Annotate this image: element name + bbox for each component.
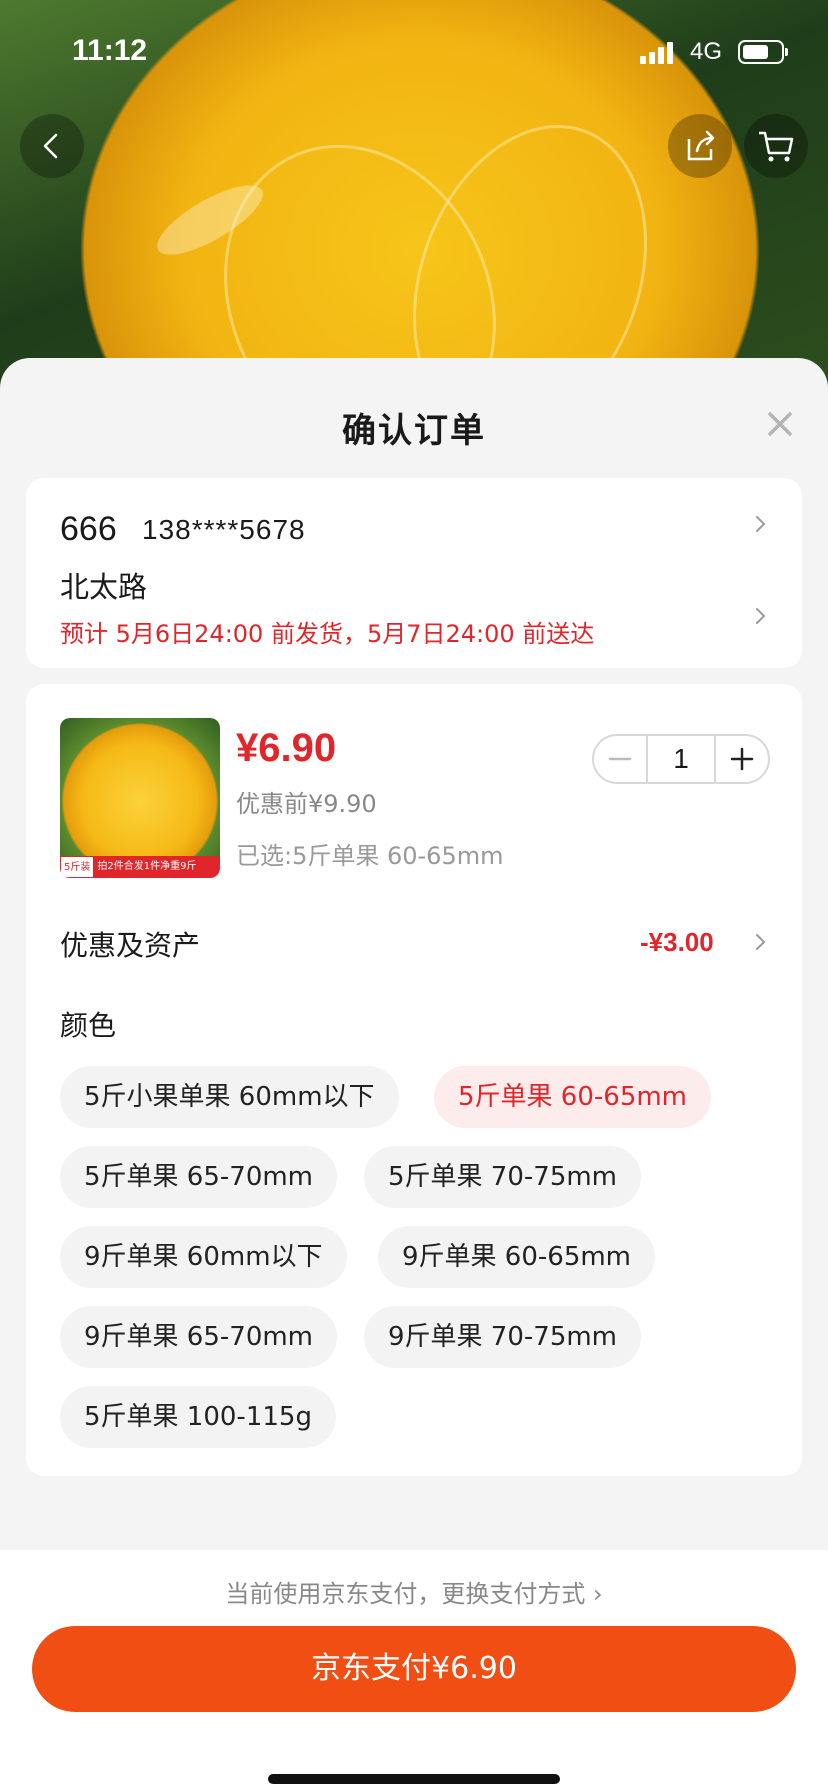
color-option[interactable]: 5斤小果单果 60mm以下 <box>60 1066 399 1128</box>
discount-label: 优惠及资产 <box>60 929 201 962</box>
recipient-phone: 138****5678 <box>142 514 306 545</box>
decrease-button[interactable] <box>594 736 646 782</box>
product-tag: 5斤装 拍2件合发1件净重9斤 <box>60 856 220 878</box>
status-time: 11:12 <box>72 34 148 67</box>
plus-icon <box>730 747 754 771</box>
change-payment-link[interactable]: 当前使用京东支付，更换支付方式 › <box>0 1574 828 1609</box>
payment-bar: 当前使用京东支付，更换支付方式 › 京东支付¥6.90 <box>0 1550 828 1792</box>
product-price: ¥6.90 <box>236 726 337 770</box>
chevron-right-icon <box>756 608 766 624</box>
product-thumbnail[interactable]: 5斤装 拍2件合发1件净重9斤 <box>60 718 220 878</box>
minus-icon <box>608 757 632 761</box>
cart-button[interactable] <box>744 114 808 178</box>
close-icon <box>768 412 792 436</box>
discount-value[interactable]: -¥3.00 <box>640 927 714 958</box>
product-tag-promo: 拍2件合发1件净重9斤 <box>94 856 220 878</box>
cart-icon <box>759 131 794 162</box>
chevron-right-icon[interactable] <box>750 932 770 952</box>
address-card[interactable]: 666 138****5678 北太路 预计 5月6日24:00 前发货，5月7… <box>26 478 802 668</box>
color-option[interactable]: 9斤单果 65-70mm <box>60 1306 338 1368</box>
color-option[interactable]: 5斤单果 100-115g <box>60 1386 336 1448</box>
color-option[interactable]: 5斤单果 70-75mm <box>364 1146 642 1208</box>
address-line: 北太路 <box>60 570 148 604</box>
share-button[interactable] <box>668 114 732 178</box>
color-option[interactable]: 9斤单果 60mm以下 <box>60 1226 347 1288</box>
status-bar: 11:12 4G <box>0 0 828 100</box>
order-card: 5斤装 拍2件合发1件净重9斤 ¥6.90 优惠前¥9.90 已选:5斤单果 6… <box>26 684 802 1476</box>
chevron-left-icon <box>43 133 58 159</box>
back-button[interactable] <box>20 114 84 178</box>
product-tag-pack: 5斤装 <box>60 856 95 878</box>
color-option[interactable]: 9斤单果 60-65mm <box>378 1226 656 1288</box>
network-type: 4G <box>690 38 723 65</box>
battery-icon <box>738 40 788 64</box>
close-button[interactable] <box>762 406 798 442</box>
delivery-estimate: 预计 5月6日24:00 前发货，5月7日24:00 前送达 <box>60 620 595 648</box>
quantity-value[interactable]: 1 <box>646 736 716 782</box>
recipient-name: 666 <box>60 510 117 548</box>
original-price: 优惠前¥9.90 <box>236 790 377 818</box>
signal-icon <box>640 42 674 64</box>
quantity-stepper: 1 <box>592 734 770 784</box>
pay-button[interactable]: 京东支付¥6.90 <box>32 1626 796 1712</box>
selected-variant: 已选:5斤单果 60-65mm <box>236 842 504 870</box>
share-icon <box>687 130 715 161</box>
sheet-title: 确认订单 <box>342 411 486 451</box>
increase-button[interactable] <box>716 736 768 782</box>
color-label: 颜色 <box>60 1009 117 1042</box>
color-option[interactable]: 9斤单果 70-75mm <box>364 1306 642 1368</box>
chevron-right-icon <box>756 516 766 532</box>
color-option-selected[interactable]: 5斤单果 60-65mm <box>434 1066 712 1128</box>
home-indicator <box>268 1774 560 1784</box>
color-option[interactable]: 5斤单果 65-70mm <box>60 1146 338 1208</box>
